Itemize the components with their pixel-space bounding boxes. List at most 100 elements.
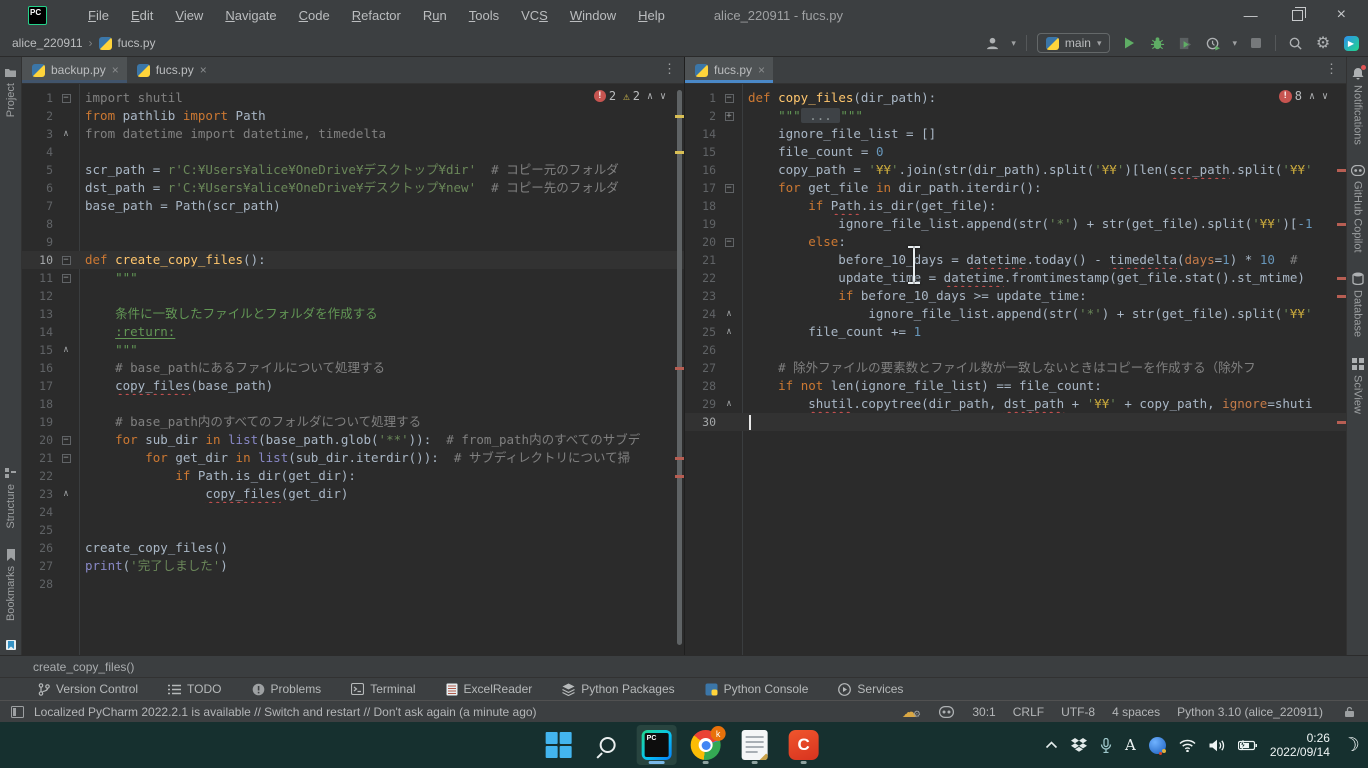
line-number[interactable]: 4: [22, 143, 53, 161]
fold-marker[interactable]: [716, 341, 742, 359]
line-number[interactable]: 2: [22, 107, 53, 125]
code-line[interactable]: 17 copy_files(base_path): [22, 377, 684, 395]
code-text[interactable]: """: [79, 269, 684, 287]
fold-marker[interactable]: ∧: [716, 305, 742, 323]
line-number[interactable]: 17: [22, 377, 53, 395]
line-number[interactable]: 21: [22, 449, 53, 467]
profiler-button[interactable]: [1204, 34, 1222, 52]
taskbar-pycharm-button[interactable]: PC: [637, 725, 677, 765]
line-number[interactable]: 5: [22, 161, 53, 179]
code-text[interactable]: if Path.is_dir(get_dir):: [79, 467, 684, 485]
code-line[interactable]: 2from pathlib import Path: [22, 107, 684, 125]
code-text[interactable]: update_time = datetime.fromtimestamp(get…: [742, 269, 1346, 287]
fold-marker[interactable]: [53, 377, 79, 395]
code-text[interactable]: """: [79, 341, 684, 359]
fold-marker[interactable]: [53, 143, 79, 161]
code-line[interactable]: 6dst_path = r'C:¥Users¥alice¥OneDrive¥デス…: [22, 179, 684, 197]
toolwindow-python-packages[interactable]: Python Packages: [562, 682, 674, 696]
menu-help[interactable]: Help: [629, 5, 674, 26]
fold-marker[interactable]: [53, 557, 79, 575]
layout-icon[interactable]: [8, 703, 26, 721]
code-text[interactable]: before_10_days = datetime.today() - time…: [742, 251, 1346, 269]
code-line[interactable]: 9: [22, 233, 684, 251]
code-line[interactable]: 25: [22, 521, 684, 539]
fold-marker[interactable]: −: [716, 179, 742, 197]
code-text[interactable]: [742, 341, 1346, 359]
line-number[interactable]: 18: [22, 395, 53, 413]
line-number[interactable]: 1: [685, 89, 716, 107]
taskbar-chrome-button[interactable]: k: [686, 725, 726, 765]
code-line[interactable]: 17− for get_file in dir_path.iterdir():: [685, 179, 1346, 197]
error-stripe-mark[interactable]: [1337, 295, 1346, 298]
code-text[interactable]: scr_path = r'C:¥Users¥alice¥OneDrive¥デスク…: [79, 161, 684, 179]
code-text[interactable]: :return:: [79, 323, 684, 341]
fold-marker[interactable]: ∧: [716, 323, 742, 341]
fold-marker[interactable]: [716, 377, 742, 395]
line-number[interactable]: 2: [685, 107, 716, 125]
code-line[interactable]: 21− for get_dir in list(sub_dir.iterdir(…: [22, 449, 684, 467]
code-line[interactable]: 3∧from datetime import datetime, timedel…: [22, 125, 684, 143]
app-tray-icon[interactable]: [1149, 737, 1166, 754]
fold-marker[interactable]: [53, 539, 79, 557]
line-number[interactable]: 15: [22, 341, 53, 359]
code-text[interactable]: [79, 215, 684, 233]
code-line[interactable]: 27 # 除外ファイルの要素数とファイル数が一致しないときはコピーを作成する（除…: [685, 359, 1346, 377]
menu-tools[interactable]: Tools: [460, 5, 508, 26]
code-text[interactable]: ignore_file_list = []: [742, 125, 1346, 143]
line-number[interactable]: 1: [22, 89, 53, 107]
sidebar-item-database[interactable]: Database: [1352, 272, 1364, 337]
next-problem-icon[interactable]: ∨: [1322, 91, 1328, 102]
fold-marker[interactable]: −: [53, 89, 79, 107]
code-line[interactable]: 19 # base_path内のすべてのフォルダについて処理する: [22, 413, 684, 431]
toolwindow-services[interactable]: Services: [838, 682, 903, 696]
prev-problem-icon[interactable]: ∧: [1309, 91, 1315, 102]
line-number[interactable]: 22: [685, 269, 716, 287]
prev-problem-icon[interactable]: ∧: [647, 91, 653, 102]
fold-marker[interactable]: [716, 287, 742, 305]
line-number[interactable]: 12: [22, 287, 53, 305]
menu-vcs[interactable]: VCS: [512, 5, 557, 26]
line-number[interactable]: 23: [685, 287, 716, 305]
inspection-widget[interactable]: !8 ∧ ∨: [1275, 88, 1332, 104]
code-line[interactable]: 5 scr_path = r'C:¥Users¥alice¥OneDrive¥デス…: [22, 161, 684, 179]
code-text[interactable]: file_count += 1: [742, 323, 1346, 341]
code-text[interactable]: copy_path = '¥¥'.join(str(dir_path).spli…: [742, 161, 1346, 179]
fold-marker[interactable]: [716, 197, 742, 215]
taskbar-clock[interactable]: 0:26 2022/09/14: [1270, 731, 1330, 759]
code-line[interactable]: 4: [22, 143, 684, 161]
error-stripe-mark[interactable]: [675, 475, 684, 478]
fold-marker[interactable]: [53, 161, 79, 179]
code-text[interactable]: [79, 395, 684, 413]
sidebar-item-notifications[interactable]: Notifications: [1352, 67, 1364, 145]
line-number[interactable]: 19: [685, 215, 716, 233]
code-text[interactable]: [79, 233, 684, 251]
code-line[interactable]: 13 条件に一致したファイルとフォルダを作成する: [22, 305, 684, 323]
line-number[interactable]: 20: [22, 431, 53, 449]
code-line[interactable]: 24∧ ignore_file_list.append(str('*') + s…: [685, 305, 1346, 323]
fold-marker[interactable]: +: [716, 107, 742, 125]
taskbar-camtasia-button[interactable]: C: [784, 725, 824, 765]
fold-marker[interactable]: [716, 359, 742, 377]
fold-marker[interactable]: ∧: [53, 125, 79, 143]
code-line[interactable]: 26: [685, 341, 1346, 359]
line-number[interactable]: 28: [685, 377, 716, 395]
code-text[interactable]: [79, 143, 684, 161]
fold-marker[interactable]: [53, 521, 79, 539]
breadcrumb-project[interactable]: alice_220911: [12, 36, 83, 50]
status-item[interactable]: CRLF: [1013, 705, 1044, 719]
line-number[interactable]: 8: [22, 215, 53, 233]
line-number[interactable]: 16: [22, 359, 53, 377]
microphone-icon[interactable]: [1100, 738, 1112, 753]
code-text[interactable]: # base_pathにあるファイルについて処理する: [79, 359, 684, 377]
code-text[interactable]: copy_files(base_path): [79, 377, 684, 395]
sidebar-item-sciview[interactable]: SciView: [1352, 358, 1364, 414]
line-number[interactable]: 11: [22, 269, 53, 287]
error-stripe-mark[interactable]: [675, 115, 684, 118]
toolwindow-excelreader[interactable]: ExcelReader: [446, 682, 533, 696]
line-number[interactable]: 22: [22, 467, 53, 485]
code-line[interactable]: 20− else:: [685, 233, 1346, 251]
search-icon[interactable]: [1286, 34, 1304, 52]
menu-edit[interactable]: Edit: [122, 5, 162, 26]
code-text[interactable]: file_count = 0: [742, 143, 1346, 161]
fold-marker[interactable]: [53, 395, 79, 413]
